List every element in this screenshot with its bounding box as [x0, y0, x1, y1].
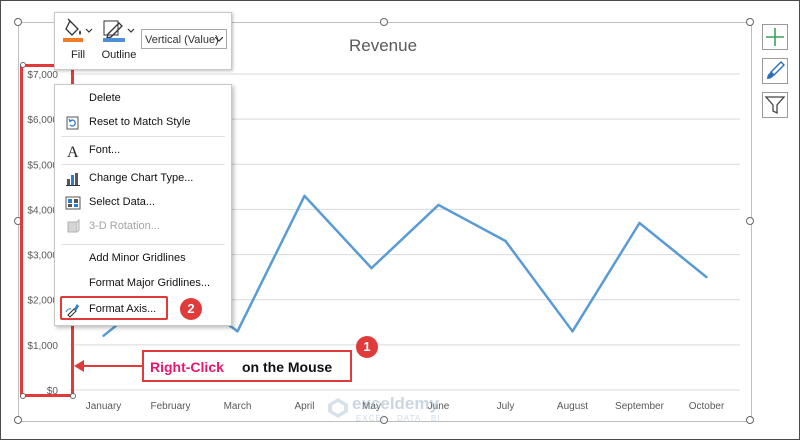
menu-item-add-minor-gridlines[interactable]: Add Minor Gridlines	[55, 247, 231, 271]
menu-item-change-chart-type[interactable]: Change Chart Type...	[55, 167, 231, 191]
data-point	[437, 203, 440, 207]
menu-item-label: Reset to Match Style	[89, 116, 191, 128]
fill-label: Fill	[70, 49, 86, 61]
paint-bucket-icon	[63, 18, 93, 42]
axis-handle-bottom[interactable]	[20, 393, 26, 399]
data-point	[571, 330, 574, 333]
chart-styles-button[interactable]	[762, 58, 788, 84]
menu-item-label: Format Major Gridlines...	[89, 277, 211, 289]
menu-separator	[61, 244, 225, 245]
chart-element-select-value: Vertical (Value)	[145, 34, 219, 46]
menu-item-label: Add Minor Gridlines	[89, 252, 186, 264]
x-tick-label: April	[294, 401, 314, 412]
x-tick-label: March	[224, 401, 252, 412]
pen-outline-icon	[103, 20, 135, 42]
brush-icon	[767, 61, 785, 79]
select-data-icon	[65, 196, 81, 210]
menu-separator	[61, 136, 225, 137]
step-badge-2: 2	[180, 298, 202, 320]
x-tick-label: August	[557, 401, 588, 412]
step-badge-1: 1	[356, 336, 378, 358]
x-tick-label: February	[150, 401, 190, 412]
reset-style-icon	[66, 116, 79, 130]
menu-item-3d-rotation[interactable]: 3-D Rotation...	[55, 215, 231, 239]
rotation-icon	[67, 219, 80, 233]
menu-separator	[61, 164, 225, 165]
chart-elements-button[interactable]	[762, 24, 788, 50]
chart-filters-button[interactable]	[762, 92, 788, 118]
font-icon: A	[67, 144, 79, 159]
context-menu: Delete Reset to Match Style A Font... Ch…	[54, 84, 232, 326]
chart-element-select[interactable]: Vertical (Value)	[141, 29, 227, 49]
data-point	[236, 330, 239, 333]
data-point	[102, 334, 105, 338]
watermark-name: exceldemy	[352, 394, 439, 413]
menu-item-delete[interactable]: Delete	[55, 87, 231, 111]
axis-handle-top[interactable]	[20, 62, 26, 68]
data-point	[370, 266, 373, 270]
x-tick-label: September	[615, 401, 665, 412]
callout-target-text: on the Mouse	[242, 359, 333, 375]
axis-handle-bottom-right[interactable]	[70, 393, 76, 399]
menu-item-label: 3-D Rotation...	[89, 220, 160, 232]
menu-item-label: Select Data...	[89, 196, 156, 208]
exceldemy-watermark: exceldemy EXCEL · DATA · BI	[326, 392, 476, 428]
outline-label: Outline	[101, 49, 137, 61]
data-point	[638, 221, 641, 225]
x-tick-label: October	[689, 401, 725, 412]
format-mini-toolbar: Fill Outline Vertical (Value)	[54, 12, 232, 70]
chart-type-icon	[66, 173, 80, 186]
data-point	[303, 194, 306, 198]
menu-item-label: Change Chart Type...	[89, 172, 194, 184]
menu-item-reset-to-match-style[interactable]: Reset to Match Style	[55, 111, 231, 135]
fill-button[interactable]: Fill	[59, 17, 97, 67]
outline-button[interactable]: Outline	[97, 17, 141, 67]
menu-item-font[interactable]: A Font...	[55, 139, 231, 163]
exceldemy-logo-icon	[328, 398, 348, 418]
format-axis-highlight	[60, 296, 168, 320]
filter-icon	[764, 96, 786, 115]
menu-item-label: Delete	[89, 92, 121, 104]
chevron-down-icon	[215, 37, 223, 42]
plus-icon	[766, 28, 784, 46]
svg-text:A: A	[67, 144, 79, 159]
callout-action-text: Right-Click	[150, 359, 224, 375]
data-point	[705, 275, 708, 279]
watermark-tagline: EXCEL · DATA · BI	[356, 414, 441, 423]
x-tick-label: January	[86, 401, 122, 412]
x-tick-label: July	[497, 401, 515, 412]
data-point	[504, 239, 507, 243]
menu-item-label: Font...	[89, 144, 121, 156]
right-click-callout: Right-Click on the Mouse	[142, 350, 352, 382]
menu-item-format-major-gridlines[interactable]: Format Major Gridlines...	[55, 272, 231, 296]
chart-title[interactable]: Revenue	[300, 36, 466, 56]
callout-arrow-icon	[74, 360, 142, 372]
menu-item-select-data[interactable]: Select Data...	[55, 191, 231, 215]
